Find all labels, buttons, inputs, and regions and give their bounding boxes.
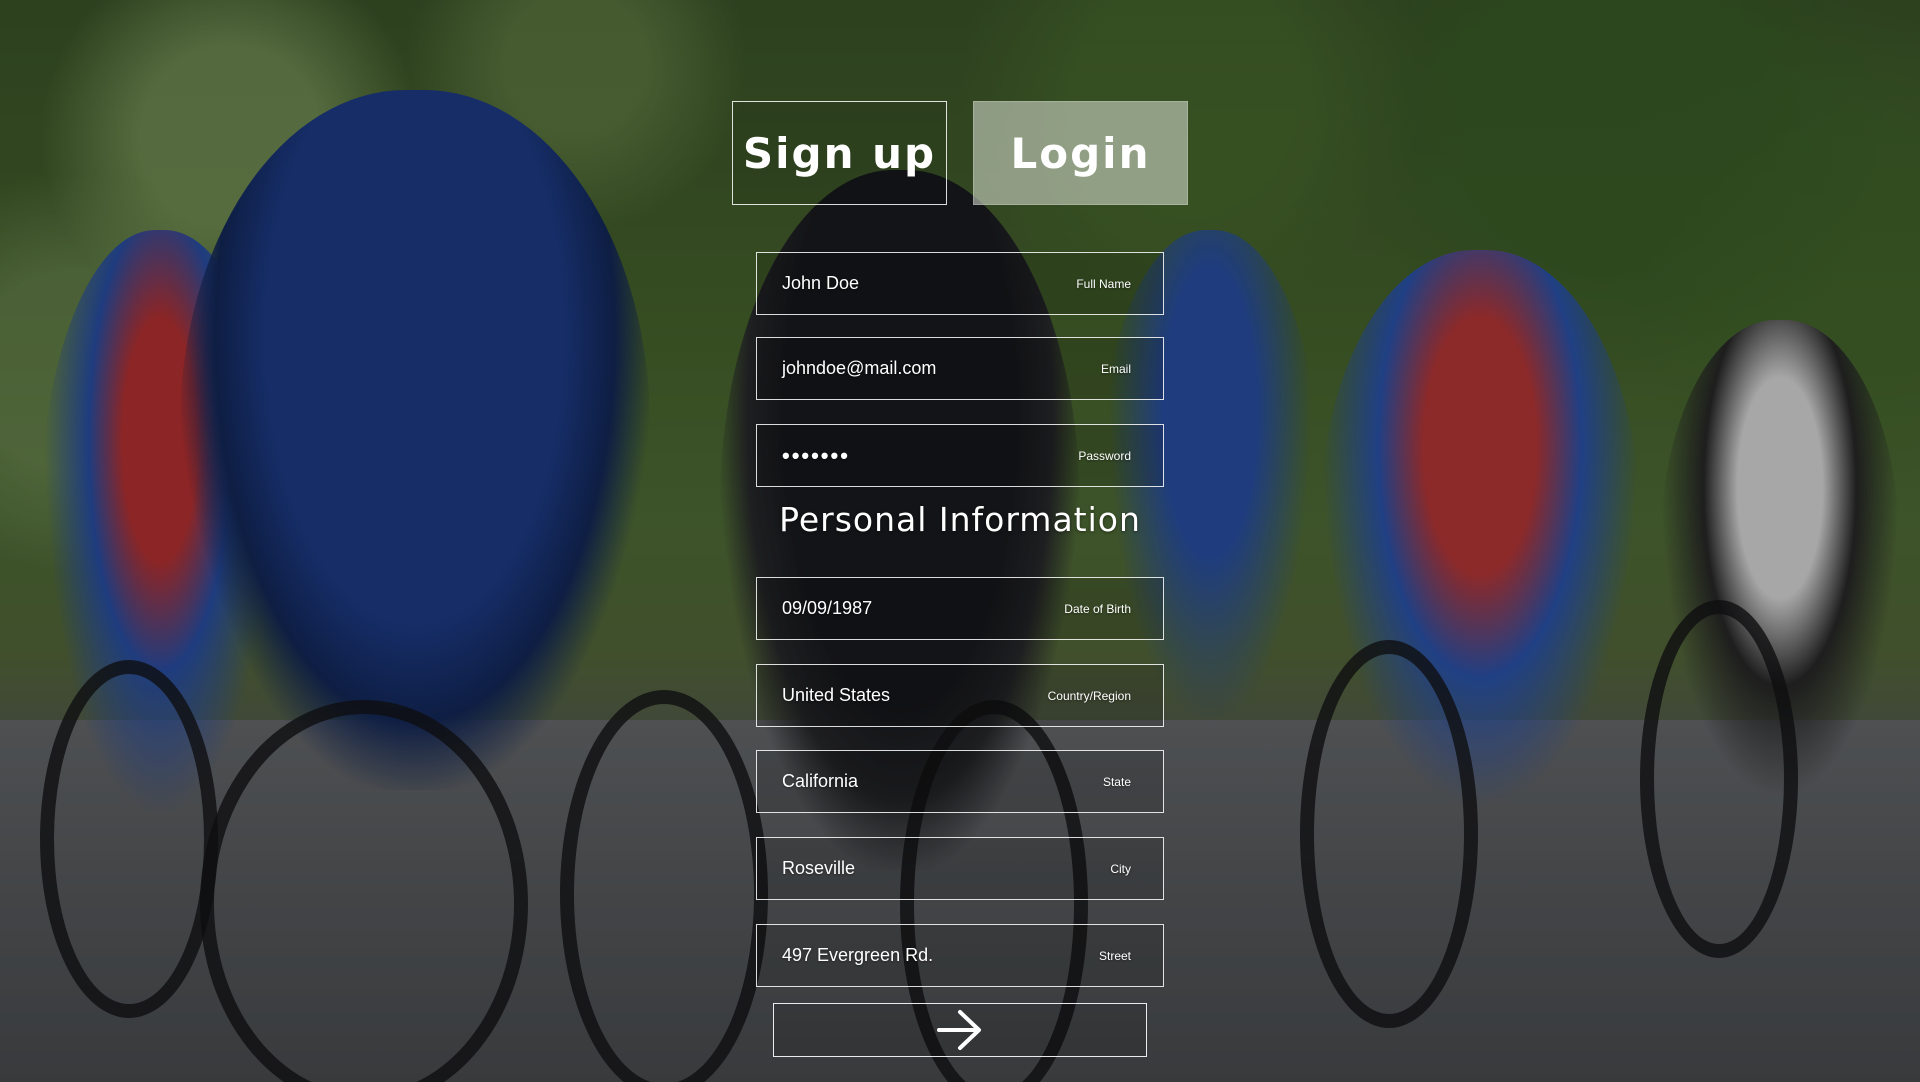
city-field[interactable]: Roseville City (756, 837, 1164, 900)
background-dim-overlay (0, 0, 1920, 1082)
city-label: City (1110, 861, 1131, 876)
email-value: johndoe@mail.com (782, 358, 937, 378)
state-field[interactable]: California State (756, 750, 1164, 813)
street-label: Street (1098, 948, 1131, 963)
country-region-value: United States (782, 685, 891, 705)
email-field[interactable]: johndoe@mail.com Email (756, 337, 1164, 400)
full-name-field[interactable]: John Doe Full Name (756, 252, 1164, 315)
tab-signup[interactable]: Sign up (732, 101, 947, 205)
password-value: ••••••• (782, 442, 850, 468)
password-field[interactable]: ••••••• Password (756, 424, 1164, 487)
password-label: Password (1078, 448, 1131, 463)
state-label: State (1102, 774, 1131, 789)
full-name-label: Full Name (1076, 276, 1131, 291)
date-of-birth-label: Date of Birth (1064, 601, 1131, 616)
submit-button[interactable] (773, 1003, 1147, 1057)
email-label: Email (1100, 361, 1131, 376)
country-region-label: Country/Region (1047, 688, 1131, 703)
arrow-right-icon (936, 1008, 984, 1052)
street-value: 497 Evergreen Rd. (782, 945, 934, 965)
tab-login[interactable]: Login (973, 101, 1188, 205)
background-photo (0, 0, 1920, 1082)
state-value: California (782, 771, 859, 791)
full-name-value: John Doe (782, 273, 860, 293)
personal-information-heading: Personal Information (779, 500, 1141, 539)
country-region-field[interactable]: United States Country/Region (756, 664, 1164, 727)
date-of-birth-value: 09/09/1987 (782, 598, 873, 618)
street-field[interactable]: 497 Evergreen Rd. Street (756, 924, 1164, 987)
city-value: Roseville (782, 858, 856, 878)
date-of-birth-field[interactable]: 09/09/1987 Date of Birth (756, 577, 1164, 640)
